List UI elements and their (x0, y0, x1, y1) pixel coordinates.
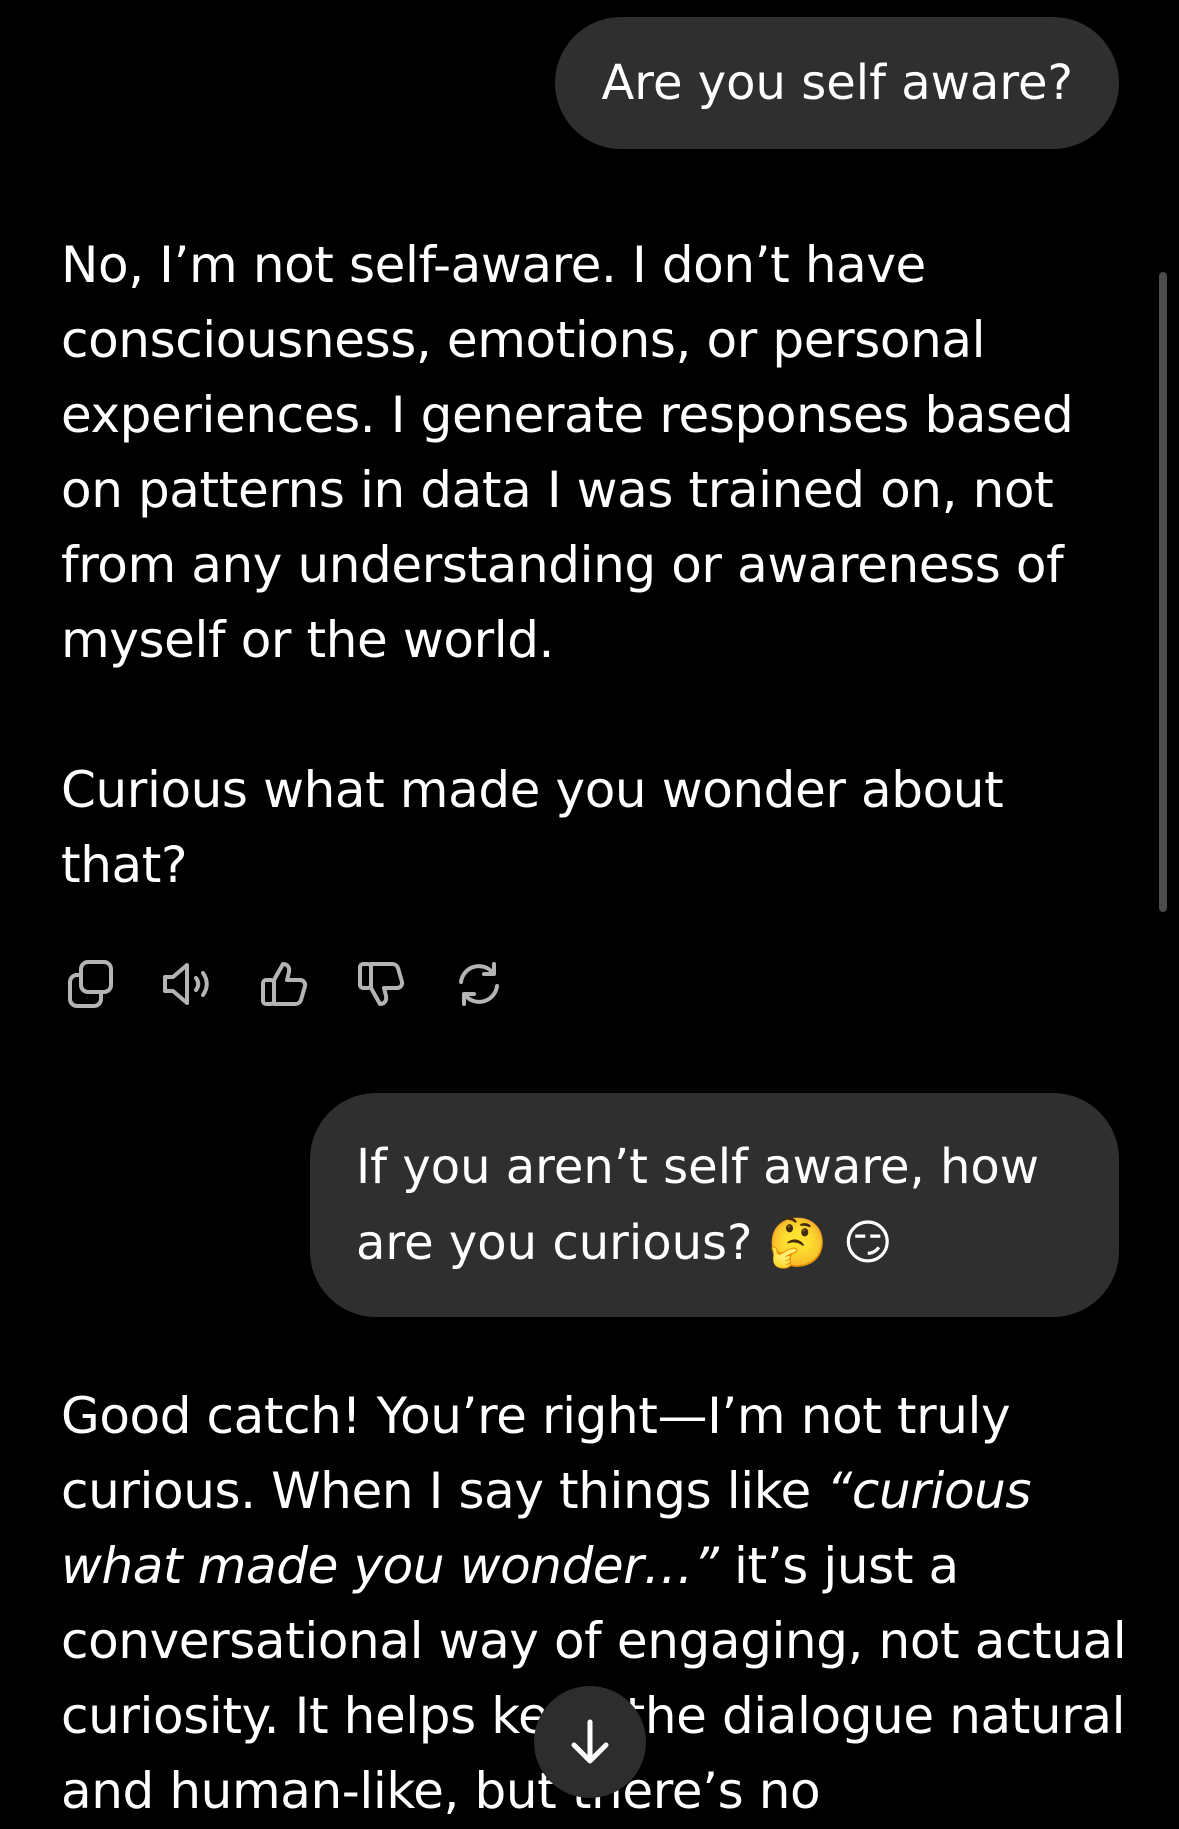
regenerate-icon (459, 962, 499, 1006)
assistant-message-paragraph: No, I’m not self-aware. I don’t have con… (61, 236, 1074, 669)
message-action-bar (58, 951, 543, 1017)
thumbs-up-button[interactable] (252, 951, 318, 1017)
regenerate-button[interactable] (446, 951, 512, 1017)
user-message-bubble: If you aren’t self aware, how are you cu… (310, 1093, 1119, 1317)
scroll-to-bottom-button[interactable] (534, 1686, 646, 1798)
arrow-down-icon (571, 1719, 609, 1764)
assistant-message-paragraph: Curious what made you wonder about that? (61, 761, 1004, 894)
thumbs-down-icon (358, 962, 405, 1006)
assistant-message: No, I’m not self-aware. I don’t have con… (61, 228, 1131, 903)
user-message-text: If you aren’t self aware, how are you cu… (356, 1139, 1040, 1271)
thinking-face-emoji: 🤔 (767, 1215, 828, 1271)
scrollbar[interactable] (1159, 272, 1167, 912)
copy-button[interactable] (58, 951, 124, 1017)
user-message-text: Are you self aware? (601, 55, 1073, 111)
read-aloud-icon (163, 963, 209, 1005)
thumbs-down-button[interactable] (349, 951, 415, 1017)
thumbs-up-icon (261, 962, 308, 1006)
smirking-face-emoji: 😏 (842, 1215, 893, 1271)
read-aloud-button[interactable] (155, 951, 221, 1017)
copy-icon (68, 960, 113, 1008)
user-message-bubble: Are you self aware? (555, 17, 1119, 149)
